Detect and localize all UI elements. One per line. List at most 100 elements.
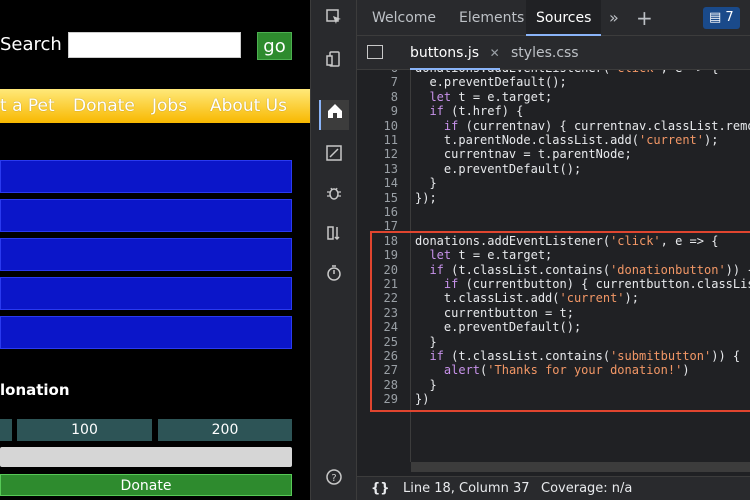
line-number[interactable]: 7 xyxy=(357,75,398,89)
inspect-icon[interactable] xyxy=(319,6,349,36)
bug-icon[interactable] xyxy=(319,182,349,212)
go-button[interactable]: go xyxy=(257,32,292,60)
file-tab-label: buttons.js xyxy=(410,45,480,61)
code-text: } xyxy=(415,176,437,191)
pretty-print-icon[interactable]: {} xyxy=(371,477,390,500)
toggle-navigator-icon[interactable] xyxy=(367,45,383,59)
donation-heading: lonation xyxy=(0,381,70,399)
coverage-status: Coverage: n/a xyxy=(541,481,633,496)
line-number[interactable]: 22 xyxy=(357,291,398,305)
issues-badge[interactable]: ▤ 7 xyxy=(703,7,740,29)
code-line[interactable]: 15}); xyxy=(357,191,750,205)
code-text: e.preventDefault(); xyxy=(415,75,567,90)
code-line[interactable]: 29}) xyxy=(357,392,750,406)
site-nav: t a Pet Donate Jobs About Us xyxy=(0,89,310,123)
help-icon[interactable]: ? xyxy=(319,466,349,496)
code-text: } xyxy=(415,377,437,392)
nav-item-about[interactable]: About Us xyxy=(210,96,287,116)
code-line[interactable]: 14 } xyxy=(357,176,750,190)
code-line[interactable]: 19 let t = e.target; xyxy=(357,248,750,262)
line-number[interactable]: 19 xyxy=(357,248,398,262)
code-line[interactable]: 21 if (currentbutton) { currentbutton.cl… xyxy=(357,277,750,291)
code-line[interactable]: 16 xyxy=(357,205,750,219)
code-line[interactable]: 23 currentbutton = t; xyxy=(357,306,750,320)
code-line[interactable]: 27 alert('Thanks for your donation!') xyxy=(357,363,750,377)
line-number[interactable]: 24 xyxy=(357,320,398,334)
code-text: let t = e.target; xyxy=(429,89,553,104)
performance-icon[interactable] xyxy=(319,262,349,292)
code-line[interactable]: 10 if (currentnav) { currentnav.classLis… xyxy=(357,119,750,133)
blue-bar[interactable] xyxy=(0,160,292,193)
tab-sources[interactable]: Sources xyxy=(526,0,602,36)
code-text: currentnav = t.parentNode; xyxy=(415,147,632,162)
status-bar: {} Line 18, Column 37 Coverage: n/a xyxy=(357,476,750,500)
line-number[interactable]: 16 xyxy=(357,205,398,219)
search-input[interactable] xyxy=(68,32,241,58)
nav-item-adopt[interactable]: t a Pet xyxy=(0,96,55,116)
line-number[interactable]: 12 xyxy=(357,147,398,161)
code-line[interactable]: 17 xyxy=(357,219,750,233)
line-number[interactable]: 27 xyxy=(357,363,398,377)
network-icon[interactable] xyxy=(319,222,349,252)
blue-bar[interactable] xyxy=(0,199,292,232)
code-line[interactable]: 20 if (t.classList.contains('donationbut… xyxy=(357,263,750,277)
file-tab-styles-css[interactable]: styles.css xyxy=(511,36,579,70)
amount-button-200[interactable]: 200 xyxy=(158,419,292,441)
code-text: }); xyxy=(415,190,437,205)
close-icon[interactable]: ✕ xyxy=(490,46,500,60)
code-text: if (currentnav) { currentnav.classList.r… xyxy=(443,118,750,133)
code-line[interactable]: 25 } xyxy=(357,335,750,349)
file-tab-buttons-js[interactable]: buttons.js ✕ xyxy=(410,36,500,70)
code-text: if (t.href) { xyxy=(429,104,524,119)
device-emulation-icon[interactable] xyxy=(319,48,349,78)
line-number[interactable]: 14 xyxy=(357,176,398,190)
blue-bar-list xyxy=(0,160,292,355)
donation-amount-field[interactable] xyxy=(0,447,292,467)
code-line[interactable]: 12 currentnav = t.parentNode; xyxy=(357,147,750,161)
line-number[interactable]: 17 xyxy=(357,219,398,233)
tab-elements[interactable]: Elements xyxy=(459,0,524,36)
code-line[interactable]: 8 let t = e.target; xyxy=(357,90,750,104)
code-line[interactable]: 24 e.preventDefault(); xyxy=(357,320,750,334)
line-number[interactable]: 20 xyxy=(357,263,398,277)
code-line[interactable]: 18 donations.addEventListener('click', e … xyxy=(357,234,750,248)
donate-button[interactable]: Donate xyxy=(0,474,292,496)
home-icon[interactable] xyxy=(319,100,349,130)
line-number[interactable]: 23 xyxy=(357,306,398,320)
code-line[interactable]: 22 t.classList.add('current'); xyxy=(357,291,750,305)
blue-bar[interactable] xyxy=(0,316,292,349)
nav-item-jobs[interactable]: Jobs xyxy=(152,96,187,116)
line-number[interactable]: 8 xyxy=(357,90,398,104)
file-tabs: buttons.js ✕ styles.css xyxy=(357,36,750,70)
blue-bar[interactable] xyxy=(0,277,292,310)
line-number[interactable]: 11 xyxy=(357,133,398,147)
line-number[interactable]: 28 xyxy=(357,378,398,392)
amount-button-100[interactable]: 100 xyxy=(17,419,152,441)
line-number[interactable]: 29 xyxy=(357,392,398,406)
blue-bar[interactable] xyxy=(0,238,292,271)
code-line[interactable]: 7 e.preventDefault(); xyxy=(357,75,750,89)
code-line[interactable]: 13 e.preventDefault(); xyxy=(357,162,750,176)
nav-item-donate[interactable]: Donate xyxy=(73,96,135,116)
tab-welcome[interactable]: Welcome xyxy=(372,0,436,36)
code-line[interactable]: 11 t.parentNode.classList.add('current')… xyxy=(357,133,750,147)
elements-icon[interactable] xyxy=(319,142,349,172)
line-number[interactable]: 15 xyxy=(357,191,398,205)
code-text: if (t.classList.contains('submitbutton')… xyxy=(429,349,741,363)
code-editor[interactable]: 6donations.addEventListener('click', e =… xyxy=(357,70,750,476)
line-number[interactable]: 21 xyxy=(357,277,398,291)
line-number[interactable]: 9 xyxy=(357,104,398,118)
line-number[interactable]: 26 xyxy=(357,349,398,363)
line-number[interactable]: 10 xyxy=(357,119,398,133)
amount-button[interactable] xyxy=(0,419,12,441)
code-line[interactable]: 28 } xyxy=(357,378,750,392)
activity-bar: ? xyxy=(311,0,357,500)
code-line[interactable]: 9 if (t.href) { xyxy=(357,104,750,118)
horizontal-scrollbar[interactable] xyxy=(411,462,750,472)
line-number[interactable]: 13 xyxy=(357,162,398,176)
chevron-double-right-icon[interactable]: » xyxy=(609,0,619,36)
plus-icon[interactable]: + xyxy=(636,0,653,36)
line-number[interactable]: 18 xyxy=(357,234,398,248)
line-number[interactable]: 25 xyxy=(357,335,398,349)
code-line[interactable]: 26 if (t.classList.contains('submitbutto… xyxy=(357,349,750,363)
